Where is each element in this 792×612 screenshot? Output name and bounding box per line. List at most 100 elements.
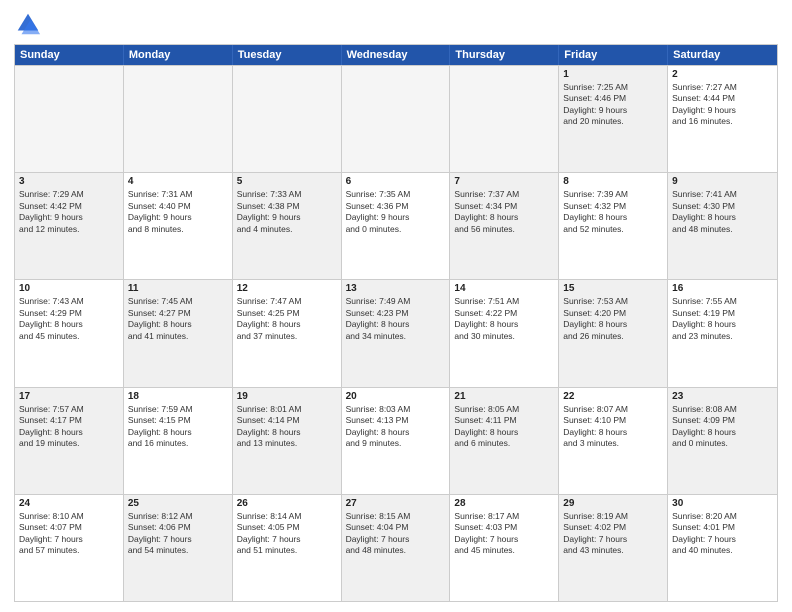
calendar-week-5: 24Sunrise: 8:10 AM Sunset: 4:07 PM Dayli… [15, 494, 777, 601]
calendar-cell: 22 Sunrise: 8:07 AM Sunset: 4:10 PM Dayli… [559, 388, 668, 494]
calendar-cell: 8 Sunrise: 7:39 AM Sunset: 4:32 PM Daylig… [559, 173, 668, 279]
header-day-saturday: Saturday [668, 45, 777, 65]
day-info: Sunrise: 8:20 AM Sunset: 4:01 PM Dayligh… [672, 511, 773, 557]
day-info: Sunrise: 7:25 AM Sunset: 4:46 PM Dayligh… [563, 82, 663, 128]
day-info: Sunrise: 7:59 AM Sunset: 4:15 PM Dayligh… [128, 404, 228, 450]
calendar: SundayMondayTuesdayWednesdayThursdayFrid… [14, 44, 778, 602]
calendar-cell: 1 Sunrise: 7:25 AM Sunset: 4:46 PM Daylig… [559, 66, 668, 172]
day-info: Sunrise: 7:51 AM Sunset: 4:22 PM Dayligh… [454, 296, 554, 342]
day-info: Sunrise: 8:19 AM Sunset: 4:02 PM Dayligh… [563, 511, 663, 557]
day-info: Sunrise: 7:47 AM Sunset: 4:25 PM Dayligh… [237, 296, 337, 342]
calendar-cell: 28 Sunrise: 8:17 AM Sunset: 4:03 PM Dayli… [450, 495, 559, 601]
calendar-cell: 2Sunrise: 7:27 AM Sunset: 4:44 PM Daylig… [668, 66, 777, 172]
day-number: 16 [672, 283, 773, 294]
header-day-thursday: Thursday [450, 45, 559, 65]
day-number: 28 [454, 498, 554, 509]
day-info: Sunrise: 7:43 AM Sunset: 4:29 PM Dayligh… [19, 296, 119, 342]
day-number: 26 [237, 498, 337, 509]
calendar-cell [233, 66, 342, 172]
calendar-cell: 25Sunrise: 8:12 AM Sunset: 4:06 PM Dayli… [124, 495, 233, 601]
day-number: 23 [672, 391, 773, 402]
day-info: Sunrise: 7:31 AM Sunset: 4:40 PM Dayligh… [128, 189, 228, 235]
calendar-cell: 6Sunrise: 7:35 AM Sunset: 4:36 PM Daylig… [342, 173, 451, 279]
calendar-cell: 13 Sunrise: 7:49 AM Sunset: 4:23 PM Dayli… [342, 280, 451, 386]
calendar-cell: 17 Sunrise: 7:57 AM Sunset: 4:17 PM Dayli… [15, 388, 124, 494]
calendar-body: 1 Sunrise: 7:25 AM Sunset: 4:46 PM Daylig… [15, 65, 777, 601]
header [14, 10, 778, 38]
day-info: Sunrise: 7:55 AM Sunset: 4:19 PM Dayligh… [672, 296, 773, 342]
day-info: Sunrise: 8:15 AM Sunset: 4:04 PM Dayligh… [346, 511, 446, 557]
day-number: 15 [563, 283, 663, 294]
day-info: Sunrise: 8:17 AM Sunset: 4:03 PM Dayligh… [454, 511, 554, 557]
header-day-friday: Friday [559, 45, 668, 65]
page: SundayMondayTuesdayWednesdayThursdayFrid… [0, 0, 792, 612]
calendar-week-3: 10 Sunrise: 7:43 AM Sunset: 4:29 PM Dayli… [15, 279, 777, 386]
day-number: 22 [563, 391, 663, 402]
day-number: 24 [19, 498, 119, 509]
day-number: 14 [454, 283, 554, 294]
day-info: Sunrise: 7:37 AM Sunset: 4:34 PM Dayligh… [454, 189, 554, 235]
day-number: 25 [128, 498, 228, 509]
calendar-cell [15, 66, 124, 172]
day-info: Sunrise: 7:41 AM Sunset: 4:30 PM Dayligh… [672, 189, 773, 235]
calendar-cell [342, 66, 451, 172]
day-info: Sunrise: 7:49 AM Sunset: 4:23 PM Dayligh… [346, 296, 446, 342]
calendar-week-4: 17 Sunrise: 7:57 AM Sunset: 4:17 PM Dayli… [15, 387, 777, 494]
day-info: Sunrise: 7:29 AM Sunset: 4:42 PM Dayligh… [19, 189, 119, 235]
day-number: 10 [19, 283, 119, 294]
calendar-cell: 20Sunrise: 8:03 AM Sunset: 4:13 PM Dayli… [342, 388, 451, 494]
calendar-cell: 29 Sunrise: 8:19 AM Sunset: 4:02 PM Dayli… [559, 495, 668, 601]
calendar-cell: 9 Sunrise: 7:41 AM Sunset: 4:30 PM Daylig… [668, 173, 777, 279]
calendar-cell: 3 Sunrise: 7:29 AM Sunset: 4:42 PM Daylig… [15, 173, 124, 279]
calendar-cell: 24Sunrise: 8:10 AM Sunset: 4:07 PM Dayli… [15, 495, 124, 601]
logo-icon [14, 10, 42, 38]
calendar-week-1: 1 Sunrise: 7:25 AM Sunset: 4:46 PM Daylig… [15, 65, 777, 172]
day-number: 12 [237, 283, 337, 294]
day-number: 19 [237, 391, 337, 402]
calendar-cell: 16 Sunrise: 7:55 AM Sunset: 4:19 PM Dayli… [668, 280, 777, 386]
calendar-cell: 11 Sunrise: 7:45 AM Sunset: 4:27 PM Dayli… [124, 280, 233, 386]
day-number: 17 [19, 391, 119, 402]
calendar-cell: 18 Sunrise: 7:59 AM Sunset: 4:15 PM Dayli… [124, 388, 233, 494]
header-day-monday: Monday [124, 45, 233, 65]
day-info: Sunrise: 7:53 AM Sunset: 4:20 PM Dayligh… [563, 296, 663, 342]
day-info: Sunrise: 7:39 AM Sunset: 4:32 PM Dayligh… [563, 189, 663, 235]
day-number: 27 [346, 498, 446, 509]
calendar-cell: 5Sunrise: 7:33 AM Sunset: 4:38 PM Daylig… [233, 173, 342, 279]
day-number: 21 [454, 391, 554, 402]
day-info: Sunrise: 8:05 AM Sunset: 4:11 PM Dayligh… [454, 404, 554, 450]
calendar-cell: 7Sunrise: 7:37 AM Sunset: 4:34 PM Daylig… [450, 173, 559, 279]
day-info: Sunrise: 7:45 AM Sunset: 4:27 PM Dayligh… [128, 296, 228, 342]
day-number: 3 [19, 176, 119, 187]
day-info: Sunrise: 8:07 AM Sunset: 4:10 PM Dayligh… [563, 404, 663, 450]
day-info: Sunrise: 8:01 AM Sunset: 4:14 PM Dayligh… [237, 404, 337, 450]
day-number: 1 [563, 69, 663, 80]
day-info: Sunrise: 7:33 AM Sunset: 4:38 PM Dayligh… [237, 189, 337, 235]
calendar-cell: 30 Sunrise: 8:20 AM Sunset: 4:01 PM Dayli… [668, 495, 777, 601]
day-info: Sunrise: 7:57 AM Sunset: 4:17 PM Dayligh… [19, 404, 119, 450]
day-number: 11 [128, 283, 228, 294]
day-number: 13 [346, 283, 446, 294]
day-number: 2 [672, 69, 773, 80]
calendar-cell: 14 Sunrise: 7:51 AM Sunset: 4:22 PM Dayli… [450, 280, 559, 386]
calendar-cell: 10 Sunrise: 7:43 AM Sunset: 4:29 PM Dayli… [15, 280, 124, 386]
calendar-cell [450, 66, 559, 172]
day-number: 30 [672, 498, 773, 509]
day-number: 29 [563, 498, 663, 509]
day-info: Sunrise: 7:35 AM Sunset: 4:36 PM Dayligh… [346, 189, 446, 235]
calendar-cell: 4 Sunrise: 7:31 AM Sunset: 4:40 PM Daylig… [124, 173, 233, 279]
day-number: 18 [128, 391, 228, 402]
calendar-week-2: 3 Sunrise: 7:29 AM Sunset: 4:42 PM Daylig… [15, 172, 777, 279]
calendar-cell: 23 Sunrise: 8:08 AM Sunset: 4:09 PM Dayli… [668, 388, 777, 494]
calendar-cell [124, 66, 233, 172]
header-day-tuesday: Tuesday [233, 45, 342, 65]
day-info: Sunrise: 8:03 AM Sunset: 4:13 PM Dayligh… [346, 404, 446, 450]
day-info: Sunrise: 8:08 AM Sunset: 4:09 PM Dayligh… [672, 404, 773, 450]
day-number: 9 [672, 176, 773, 187]
header-day-wednesday: Wednesday [342, 45, 451, 65]
calendar-cell: 27 Sunrise: 8:15 AM Sunset: 4:04 PM Dayli… [342, 495, 451, 601]
day-number: 8 [563, 176, 663, 187]
day-number: 4 [128, 176, 228, 187]
calendar-header: SundayMondayTuesdayWednesdayThursdayFrid… [15, 45, 777, 65]
calendar-cell: 12 Sunrise: 7:47 AM Sunset: 4:25 PM Dayli… [233, 280, 342, 386]
